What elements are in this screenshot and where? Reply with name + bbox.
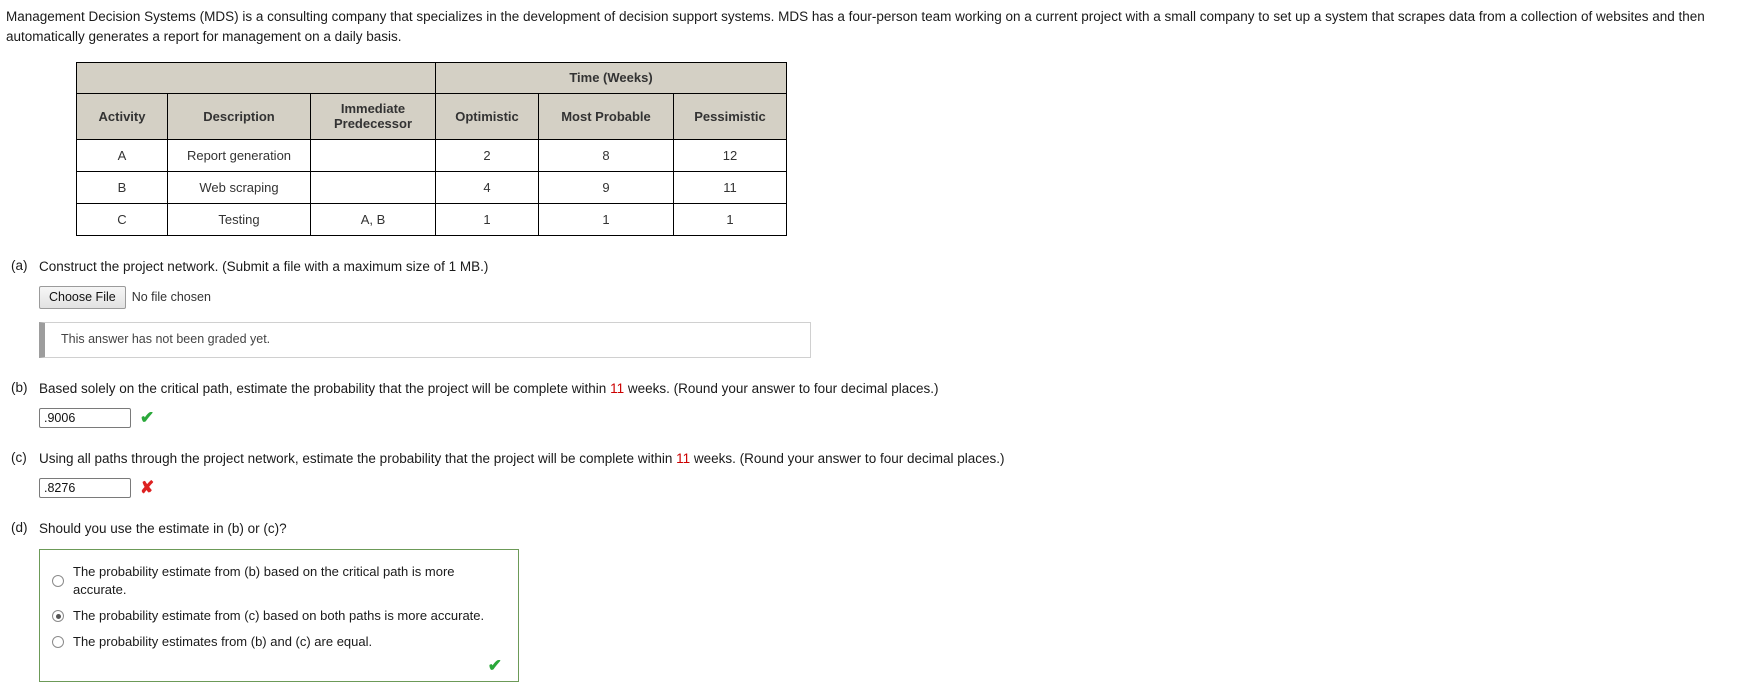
question-d-result: ✔ [52, 655, 506, 675]
radio-option-1-label: The probability estimate from (b) based … [73, 563, 455, 597]
question-d-label: (d) [11, 519, 28, 535]
cell-predecessor: A, B [310, 202, 436, 236]
correct-check-icon: ✔ [140, 408, 155, 428]
cell-description: Web scraping [167, 170, 311, 204]
table-header-activity: Activity [76, 92, 168, 140]
question-d-options-box: The probability estimate from (b) based … [39, 548, 519, 683]
ungraded-answer-box: This answer has not been graded yet. [39, 322, 811, 359]
table-header-most-probable: Most Probable [538, 92, 674, 140]
table-row: C Testing A, B 1 1 1 [76, 202, 787, 236]
ungraded-answer-text: This answer has not been graded yet. [61, 332, 271, 347]
cell-most-probable: 1 [538, 202, 674, 236]
question-d-text: Should you use the estimate in (b) or (c… [39, 520, 287, 536]
cell-predecessor [310, 170, 436, 204]
table-corner-blank [76, 62, 436, 94]
question-c-text-part1: Using all paths through the project netw… [39, 450, 677, 466]
question-b-text-part2: weeks. (Round your answer to four decima… [624, 381, 939, 397]
cell-most-probable: 8 [538, 138, 674, 172]
table-header-pessimistic: Pessimistic [673, 92, 787, 140]
table-header-row: Activity Description Immediate Predecess… [76, 92, 787, 140]
table-row: A Report generation 2 8 12 [76, 138, 787, 172]
question-a-text: Construct the project network. (Submit a… [39, 258, 489, 274]
question-c-answer-row: ✘ [39, 477, 1756, 498]
activity-table-container: Time (Weeks) Activity Description Immedi… [76, 62, 1756, 236]
cell-predecessor [310, 138, 436, 172]
activity-table: Time (Weeks) Activity Description Immedi… [76, 62, 787, 236]
table-header-optimistic: Optimistic [435, 92, 539, 140]
file-upload-row: Choose File No file chosen [39, 285, 1756, 310]
cell-description: Testing [167, 202, 311, 236]
table-header-predecessor-line1: Immediate [340, 100, 406, 116]
answer-input-c[interactable] [39, 477, 131, 498]
cell-optimistic: 4 [435, 170, 539, 204]
question-c: (c) Using all paths through the project … [0, 450, 1756, 498]
problem-statement: Management Decision Systems (MDS) is a c… [6, 9, 1705, 44]
cell-pessimistic: 12 [673, 138, 787, 172]
table-row: B Web scraping 4 9 11 [76, 170, 787, 204]
correct-check-icon: ✔ [487, 656, 502, 676]
radio-option-1[interactable]: The probability estimate from (b) based … [52, 559, 506, 603]
table-header-predecessor-line2: Predecessor [333, 116, 413, 132]
radio-button-icon[interactable] [52, 574, 64, 587]
question-a: (a) Construct the project network. (Subm… [0, 257, 1756, 359]
table-group-header-row: Time (Weeks) [76, 62, 787, 94]
question-b-weeks-value: 11 [610, 381, 625, 397]
radio-option-2[interactable]: The probability estimate from (c) based … [52, 603, 506, 629]
question-c-weeks-value: 11 [676, 450, 691, 466]
question-b-text-part1: Based solely on the critical path, estim… [39, 381, 611, 397]
cell-pessimistic: 11 [673, 170, 787, 204]
no-file-chosen-label: No file chosen [131, 289, 211, 304]
incorrect-cross-icon: ✘ [140, 478, 155, 498]
radio-button-selected-icon[interactable] [52, 610, 64, 623]
radio-option-3-label: The probability estimates from (b) and (… [73, 634, 373, 650]
cell-most-probable: 9 [538, 170, 674, 204]
question-b-label: (b) [11, 380, 28, 396]
question-a-label: (a) [11, 257, 28, 273]
cell-activity: A [76, 138, 168, 172]
question-b: (b) Based solely on the critical path, e… [0, 380, 1756, 428]
cell-activity: C [76, 202, 168, 236]
table-header-immediate-predecessor: Immediate Predecessor [310, 92, 436, 140]
choose-file-button[interactable]: Choose File [39, 285, 126, 310]
table-header-time-weeks: Time (Weeks) [435, 62, 787, 94]
cell-optimistic: 1 [435, 202, 539, 236]
answer-input-b[interactable] [39, 407, 131, 428]
cell-optimistic: 2 [435, 138, 539, 172]
cell-pessimistic: 1 [673, 202, 787, 236]
question-b-text: Based solely on the critical path, estim… [39, 380, 1756, 399]
radio-option-3[interactable]: The probability estimates from (b) and (… [52, 629, 506, 655]
cell-activity: B [76, 170, 168, 204]
question-c-text-part2: weeks. (Round your answer to four decima… [690, 450, 1005, 466]
question-b-answer-row: ✔ [39, 407, 1756, 428]
question-c-label: (c) [11, 449, 27, 465]
question-c-text: Using all paths through the project netw… [39, 450, 1756, 469]
radio-option-2-label: The probability estimate from (c) based … [73, 608, 485, 624]
radio-button-icon[interactable] [52, 636, 64, 649]
cell-description: Report generation [167, 138, 311, 172]
question-d: (d) Should you use the estimate in (b) o… [0, 520, 1756, 683]
table-header-description: Description [167, 92, 311, 140]
